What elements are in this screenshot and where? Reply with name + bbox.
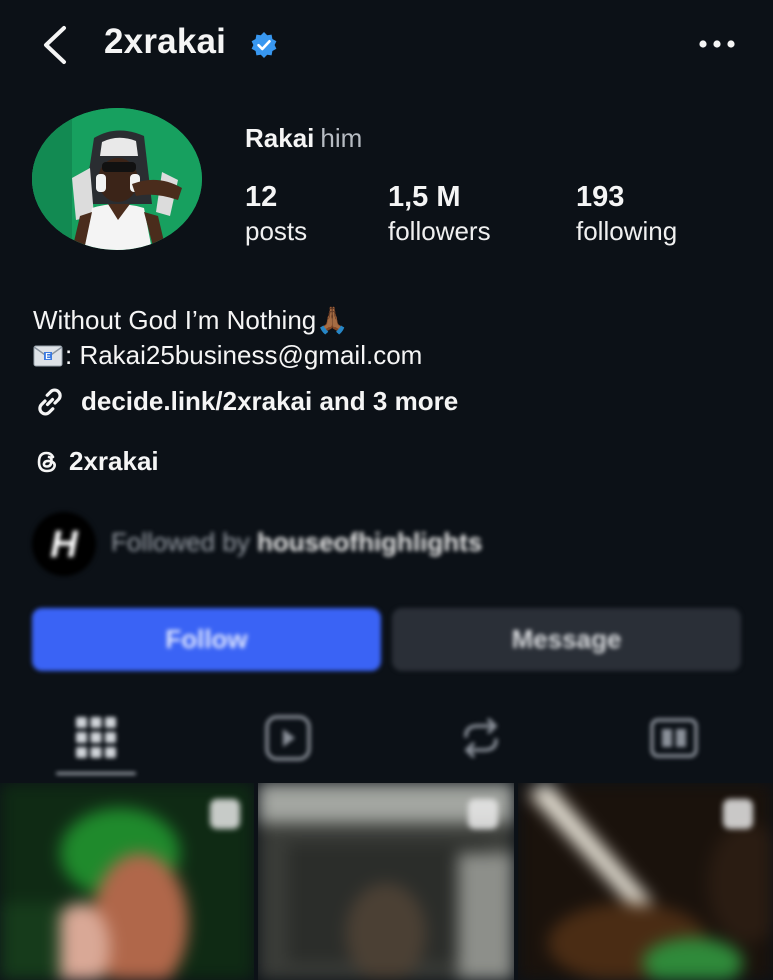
threads-icon [37, 451, 56, 473]
svg-text:E: E [45, 352, 51, 361]
bio-email: : Rakai25business@gmail.com [65, 340, 423, 370]
back-button[interactable] [36, 22, 76, 68]
reels-icon [265, 715, 311, 761]
display-name-row: Rakai him [245, 123, 362, 154]
tab-reels[interactable] [263, 712, 313, 764]
post-thumbnail[interactable] [258, 783, 514, 980]
profile-link-text: decide.link/2xrakai and 3 more [81, 386, 459, 416]
followed-by-text[interactable]: Followed by houseofhighlights [111, 527, 482, 558]
link-icon [38, 388, 62, 416]
followed-by-prefix: Followed by [111, 527, 257, 557]
more-options-button[interactable] [697, 30, 737, 58]
avatar-photo [32, 108, 202, 250]
profile-link[interactable]: decide.link/2xrakai and 3 more [33, 384, 458, 419]
tab-reposts[interactable] [456, 712, 506, 764]
posts-label: posts [245, 216, 308, 246]
houseofhighlights-logo: H [32, 512, 96, 576]
verified-badge-icon [251, 32, 277, 58]
posts-stat[interactable]: 12 posts [245, 180, 307, 248]
tagged-icon [650, 718, 698, 758]
envelope-icon: E [33, 345, 63, 367]
followers-stat[interactable]: 1,5 M followers [388, 180, 491, 248]
tab-posts-grid[interactable] [71, 712, 121, 764]
top-bar: 2xrakai [0, 0, 773, 92]
tab-tagged[interactable] [649, 712, 699, 764]
following-label: following [576, 216, 678, 246]
bio-email-line: E : Rakai25business@gmail.com [33, 338, 422, 372]
post-thumbnail[interactable] [518, 783, 773, 980]
posts-count: 12 [245, 181, 278, 213]
following-count: 193 [576, 181, 625, 213]
followers-count: 1,5 M [388, 181, 461, 213]
follow-button[interactable]: Follow [32, 608, 381, 671]
pronouns: him [320, 123, 363, 153]
follow-button-label: Follow [165, 624, 248, 654]
profile-username: 2xrakai [104, 22, 227, 61]
threads-badge[interactable]: 2xrakai [33, 444, 159, 478]
carousel-icon [723, 799, 753, 829]
message-button-label: Message [511, 624, 622, 654]
carousel-icon [210, 799, 240, 829]
grid-icon [76, 717, 116, 758]
bio-text: Without God I’m Nothing🙏🏾 [33, 305, 349, 335]
reposts-icon [464, 718, 498, 758]
message-button[interactable]: Message [392, 608, 741, 671]
followed-by-account: houseofhighlights [256, 527, 483, 557]
carousel-icon [468, 799, 498, 829]
active-tab-indicator [56, 772, 136, 775]
more-horizontal-icon [699, 40, 735, 48]
display-name: Rakai [245, 123, 315, 153]
followed-by-avatar[interactable]: H [32, 512, 96, 576]
profile-avatar[interactable] [32, 108, 202, 250]
threads-handle: 2xrakai [69, 446, 159, 476]
followers-label: followers [388, 216, 491, 246]
svg-text:H: H [50, 524, 79, 566]
following-stat[interactable]: 193 following [576, 180, 677, 248]
post-thumbnail[interactable] [0, 783, 254, 980]
posts-grid [0, 783, 773, 980]
chevron-left-icon [44, 26, 66, 64]
